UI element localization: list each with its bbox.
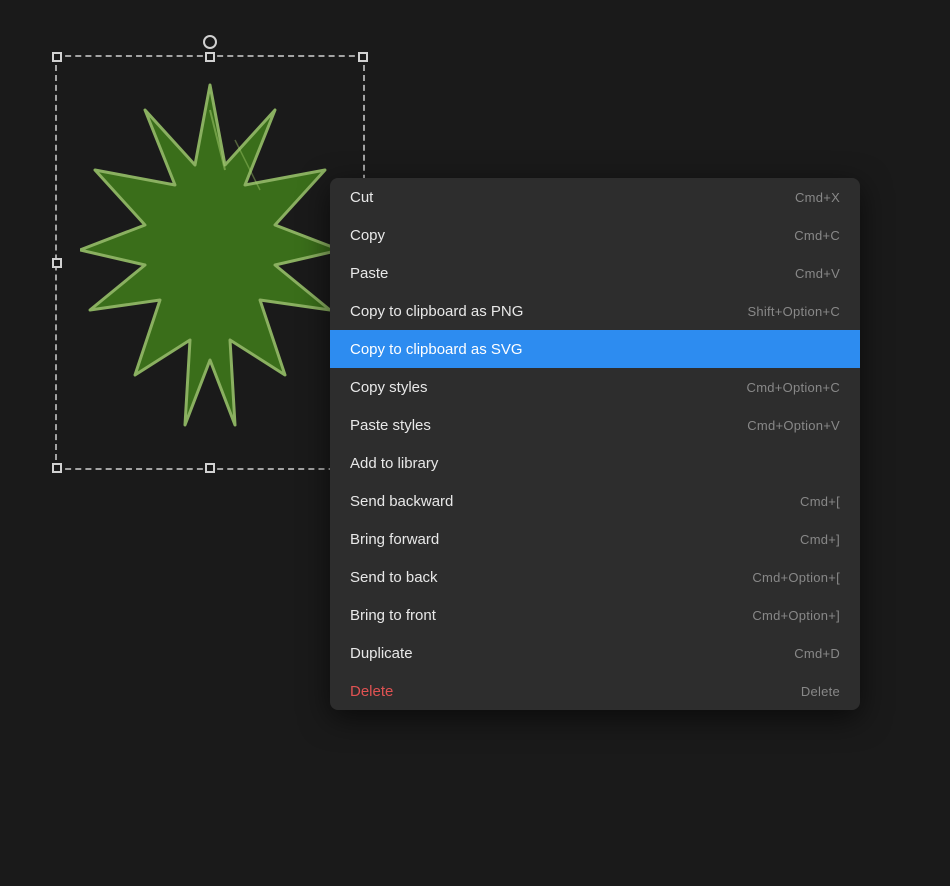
star-shape xyxy=(70,70,350,460)
menu-item-bring-forward[interactable]: Bring forward Cmd+] xyxy=(330,520,860,558)
menu-item-copy-styles-shortcut: Cmd+Option+C xyxy=(747,380,840,395)
menu-item-paste[interactable]: Paste Cmd+V xyxy=(330,254,860,292)
menu-item-copy-png[interactable]: Copy to clipboard as PNG Shift+Option+C xyxy=(330,292,860,330)
menu-item-paste-styles[interactable]: Paste styles Cmd+Option+V xyxy=(330,406,860,444)
menu-item-send-backward-label: Send backward xyxy=(350,493,453,510)
menu-item-copy-svg[interactable]: Copy to clipboard as SVG xyxy=(330,330,860,368)
menu-item-delete-shortcut: Delete xyxy=(801,684,840,699)
handle-bottom-left[interactable] xyxy=(52,463,62,473)
menu-item-delete[interactable]: Delete Delete xyxy=(330,672,860,710)
handle-top-left[interactable] xyxy=(52,52,62,62)
menu-item-send-to-back-label: Send to back xyxy=(350,569,438,586)
handle-top-right[interactable] xyxy=(358,52,368,62)
menu-item-copy-shortcut: Cmd+C xyxy=(794,228,840,243)
menu-item-copy-png-label: Copy to clipboard as PNG xyxy=(350,303,523,320)
menu-item-bring-forward-label: Bring forward xyxy=(350,531,439,548)
menu-item-cut-label: Cut xyxy=(350,189,373,206)
menu-item-add-to-library[interactable]: Add to library xyxy=(330,444,860,482)
menu-item-send-backward[interactable]: Send backward Cmd+[ xyxy=(330,482,860,520)
menu-item-copy-label: Copy xyxy=(350,227,385,244)
menu-item-paste-styles-shortcut: Cmd+Option+V xyxy=(747,418,840,433)
menu-item-duplicate-label: Duplicate xyxy=(350,645,413,662)
menu-item-copy-svg-label: Copy to clipboard as SVG xyxy=(350,341,523,358)
menu-item-duplicate[interactable]: Duplicate Cmd+D xyxy=(330,634,860,672)
menu-item-bring-to-front-label: Bring to front xyxy=(350,607,436,624)
menu-item-send-to-back-shortcut: Cmd+Option+[ xyxy=(752,570,840,585)
menu-item-bring-to-front[interactable]: Bring to front Cmd+Option+] xyxy=(330,596,860,634)
context-menu: Cut Cmd+X Copy Cmd+C Paste Cmd+V Copy to… xyxy=(330,178,860,710)
handle-bottom-middle[interactable] xyxy=(205,463,215,473)
rotation-handle[interactable] xyxy=(203,35,217,49)
menu-item-cut[interactable]: Cut Cmd+X xyxy=(330,178,860,216)
menu-item-bring-to-front-shortcut: Cmd+Option+] xyxy=(752,608,840,623)
menu-item-add-to-library-label: Add to library xyxy=(350,455,438,472)
menu-item-paste-styles-label: Paste styles xyxy=(350,417,431,434)
handle-middle-left[interactable] xyxy=(52,258,62,268)
menu-item-bring-forward-shortcut: Cmd+] xyxy=(800,532,840,547)
menu-item-copy[interactable]: Copy Cmd+C xyxy=(330,216,860,254)
handle-top-middle[interactable] xyxy=(205,52,215,62)
menu-item-paste-shortcut: Cmd+V xyxy=(795,266,840,281)
menu-item-delete-label: Delete xyxy=(350,683,393,700)
menu-item-duplicate-shortcut: Cmd+D xyxy=(794,646,840,661)
menu-item-cut-shortcut: Cmd+X xyxy=(795,190,840,205)
menu-item-send-to-back[interactable]: Send to back Cmd+Option+[ xyxy=(330,558,860,596)
menu-item-copy-styles[interactable]: Copy styles Cmd+Option+C xyxy=(330,368,860,406)
menu-item-copy-png-shortcut: Shift+Option+C xyxy=(747,304,840,319)
menu-item-paste-label: Paste xyxy=(350,265,388,282)
menu-item-send-backward-shortcut: Cmd+[ xyxy=(800,494,840,509)
canvas: Cut Cmd+X Copy Cmd+C Paste Cmd+V Copy to… xyxy=(0,0,950,886)
menu-item-copy-styles-label: Copy styles xyxy=(350,379,428,396)
